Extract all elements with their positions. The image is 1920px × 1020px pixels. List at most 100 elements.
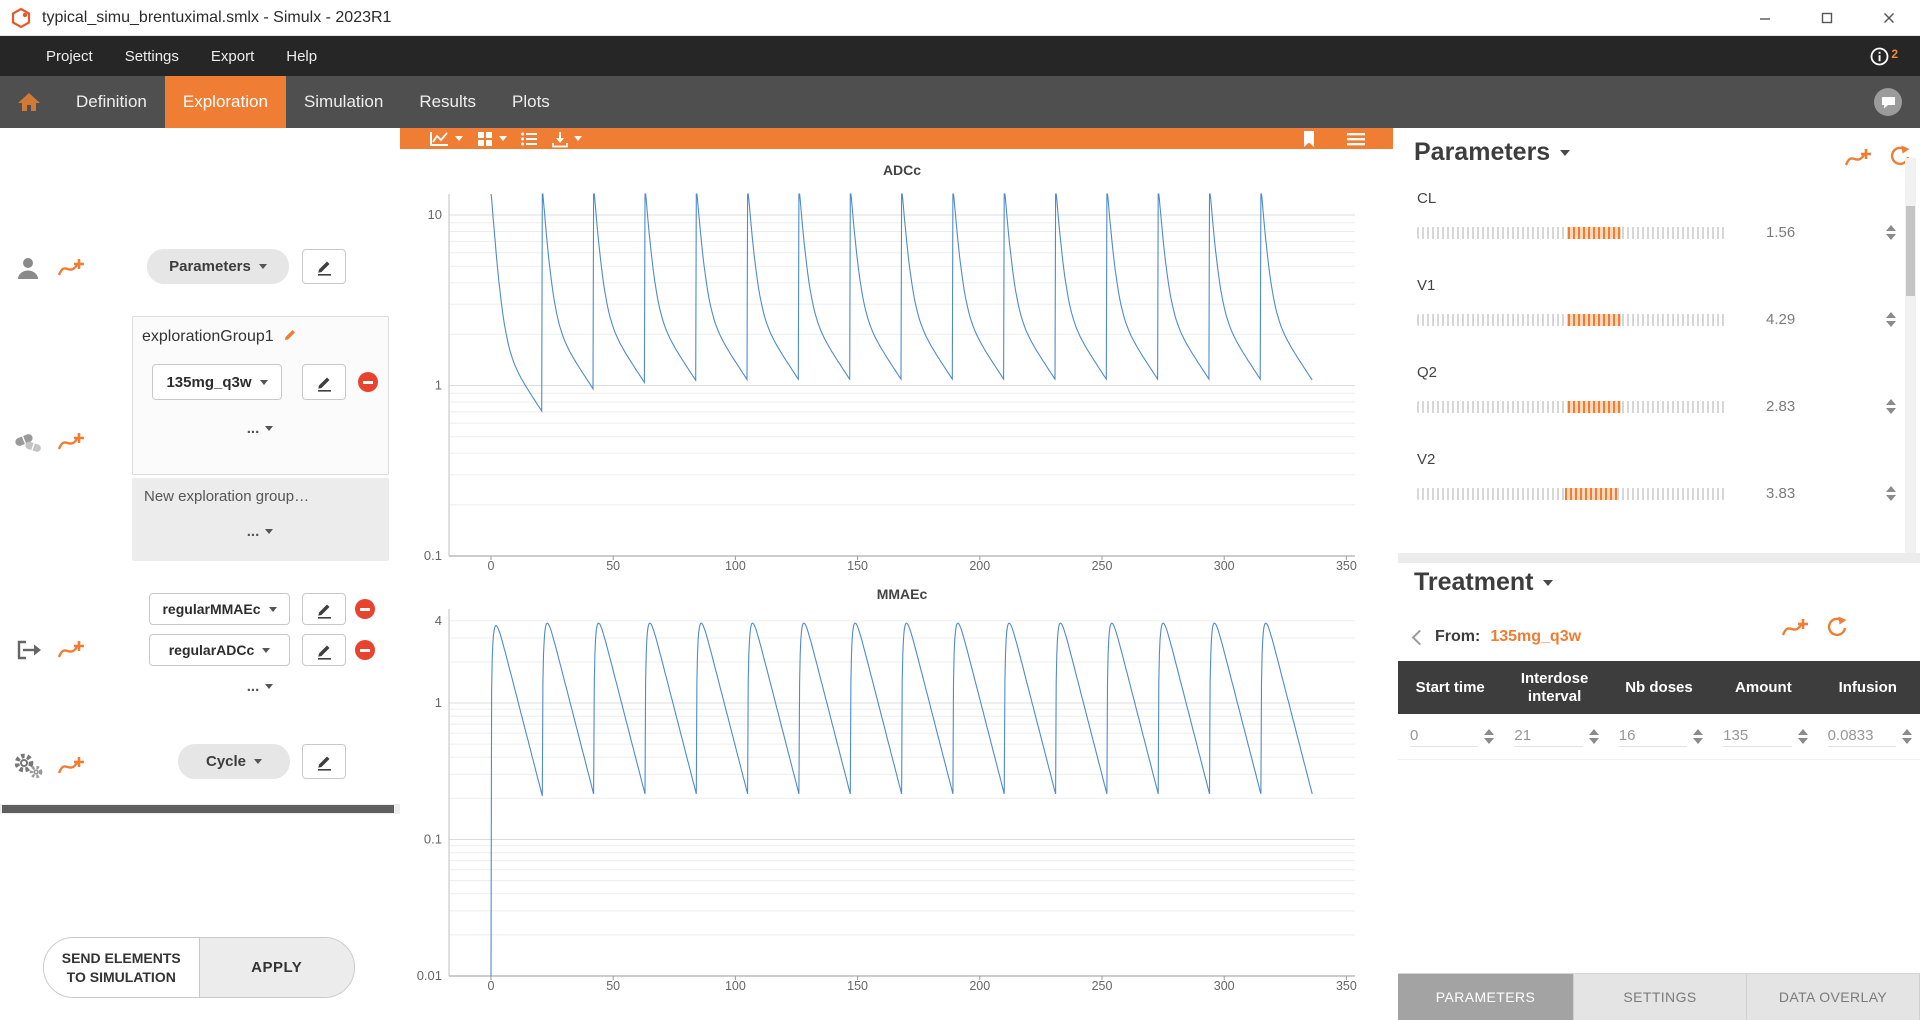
- chevron-down-icon: [269, 607, 277, 612]
- send-elements-button[interactable]: SEND ELEMENTS TO SIMULATION: [44, 938, 200, 997]
- export-plot-button[interactable]: [551, 130, 582, 148]
- reset-treatment-button[interactable]: [1824, 615, 1848, 639]
- add-parameter-element-button[interactable]: [1843, 146, 1873, 170]
- add-element-icon: [56, 430, 86, 454]
- svg-text:ADCc: ADCc: [883, 162, 921, 178]
- layout-grid-button[interactable]: [476, 130, 507, 148]
- scrollbar-thumb[interactable]: [1906, 206, 1915, 296]
- parameters-dropdown[interactable]: Parameters: [147, 249, 289, 284]
- tab-results[interactable]: Results: [401, 76, 494, 128]
- start-time-stepper[interactable]: [1484, 729, 1494, 744]
- v2-value-field[interactable]: 3.83: [1766, 485, 1795, 502]
- menu-export[interactable]: Export: [195, 36, 270, 76]
- rename-group-icon[interactable]: [282, 326, 299, 348]
- infusion-stepper[interactable]: [1902, 729, 1912, 744]
- edit-covariate-button[interactable]: [302, 744, 346, 779]
- bookmark-button[interactable]: [1302, 130, 1316, 148]
- nb-doses-stepper[interactable]: [1693, 729, 1703, 744]
- new-exploration-group-box[interactable]: New exploration group…: [132, 478, 389, 561]
- svg-text:0.1: 0.1: [424, 832, 442, 847]
- edit-output-adcc-button[interactable]: [302, 634, 346, 666]
- menu-project[interactable]: Project: [30, 36, 109, 76]
- add-output-button[interactable]: [56, 638, 86, 662]
- cl-stepper[interactable]: [1886, 225, 1896, 240]
- remove-output-adcc-button[interactable]: [355, 640, 375, 660]
- horizontal-scrollbar[interactable]: [0, 804, 400, 814]
- remove-output-mmaec-button[interactable]: [355, 599, 375, 619]
- tab-exploration[interactable]: Exploration: [165, 76, 286, 128]
- notifications-button[interactable]: 2: [1870, 47, 1898, 66]
- svg-text:1: 1: [435, 378, 442, 393]
- output-select-button-adcc[interactable]: regularADCc: [149, 634, 290, 666]
- scrollbar-thumb[interactable]: [2, 805, 394, 813]
- treatment-select-button[interactable]: 135mg_q3w: [152, 364, 282, 400]
- tab-data-overlay[interactable]: DATA OVERLAY: [1747, 974, 1920, 1020]
- cl-slider[interactable]: [1417, 227, 1726, 239]
- v1-stepper[interactable]: [1886, 312, 1896, 327]
- svg-text:150: 150: [847, 559, 868, 573]
- interdose-interval-field[interactable]: 21: [1514, 727, 1582, 747]
- infusion-field[interactable]: 0.0833: [1828, 727, 1896, 747]
- tab-simulation[interactable]: Simulation: [286, 76, 401, 128]
- treatment-section-header[interactable]: Treatment: [1414, 568, 1553, 597]
- home-button[interactable]: [0, 76, 58, 128]
- individual-icon: [0, 255, 56, 281]
- vertical-scrollbar[interactable]: [1905, 158, 1916, 558]
- tab-settings[interactable]: SETTINGS: [1574, 974, 1747, 1020]
- minimize-button[interactable]: [1734, 0, 1796, 35]
- v1-value-field[interactable]: 4.29: [1766, 311, 1795, 328]
- remove-treatment-button[interactable]: [358, 372, 378, 392]
- amount-stepper[interactable]: [1798, 729, 1808, 744]
- chevron-down-icon: [260, 380, 268, 385]
- previous-treatment-button[interactable]: [1412, 629, 1428, 645]
- menubar: Project Settings Export Help 2: [0, 36, 1920, 76]
- interdose-interval-stepper[interactable]: [1589, 729, 1599, 744]
- v2-stepper[interactable]: [1886, 486, 1896, 501]
- covariate-dropdown[interactable]: Cycle: [178, 744, 290, 779]
- plot-type-button[interactable]: [428, 130, 463, 148]
- tab-parameters[interactable]: PARAMETERS: [1398, 974, 1574, 1020]
- add-treatment-button[interactable]: [56, 430, 86, 454]
- parameters-section-header[interactable]: Parameters: [1414, 138, 1570, 167]
- v2-slider[interactable]: [1417, 488, 1726, 500]
- feedback-button[interactable]: [1874, 88, 1902, 116]
- svg-text:250: 250: [1092, 979, 1113, 993]
- close-button[interactable]: [1858, 0, 1920, 35]
- chevron-down-icon: [254, 759, 262, 764]
- maximize-button[interactable]: [1796, 0, 1858, 35]
- cl-value-field[interactable]: 1.56: [1766, 224, 1795, 241]
- tab-definition[interactable]: Definition: [58, 76, 165, 128]
- add-individual-button[interactable]: [56, 256, 86, 280]
- col-infusion: Infusion: [1816, 661, 1920, 714]
- q2-stepper[interactable]: [1886, 399, 1896, 414]
- edit-treatment-button[interactable]: [302, 364, 346, 400]
- chevron-down-icon: [574, 136, 582, 141]
- plot-menu-button[interactable]: [1347, 132, 1365, 146]
- menu-settings[interactable]: Settings: [109, 36, 195, 76]
- info-icon: [1870, 47, 1889, 66]
- q2-slider[interactable]: [1417, 401, 1726, 413]
- output-label: regularADCc: [169, 642, 255, 658]
- new-group-collapse-toggle[interactable]: ...: [200, 523, 320, 540]
- menu-help[interactable]: Help: [270, 36, 333, 76]
- group-collapse-toggle[interactable]: ...: [200, 420, 320, 437]
- edit-output-mmaec-button[interactable]: [302, 593, 346, 625]
- add-treatment-element-button[interactable]: [1780, 616, 1810, 640]
- apply-button[interactable]: APPLY: [200, 938, 355, 997]
- param-name: V2: [1417, 451, 1435, 468]
- add-covariate-button[interactable]: [56, 754, 86, 778]
- output-label: regularMMAEc: [162, 601, 260, 617]
- nb-doses-field[interactable]: 16: [1619, 727, 1687, 747]
- q2-value-field[interactable]: 2.83: [1766, 398, 1795, 415]
- outputs-collapse-toggle[interactable]: ...: [200, 678, 320, 695]
- edit-parameters-button[interactable]: [302, 249, 346, 284]
- tab-plots[interactable]: Plots: [494, 76, 568, 128]
- amount-field[interactable]: 135: [1723, 727, 1791, 747]
- col-nb-doses: Nb doses: [1607, 661, 1711, 714]
- legend-list-button[interactable]: [520, 131, 538, 147]
- reset-icon: [1824, 615, 1848, 639]
- v1-slider[interactable]: [1417, 314, 1726, 326]
- svg-text:250: 250: [1092, 559, 1113, 573]
- output-select-button-mmaec[interactable]: regularMMAEc: [149, 593, 290, 625]
- start-time-field[interactable]: 0: [1410, 727, 1478, 747]
